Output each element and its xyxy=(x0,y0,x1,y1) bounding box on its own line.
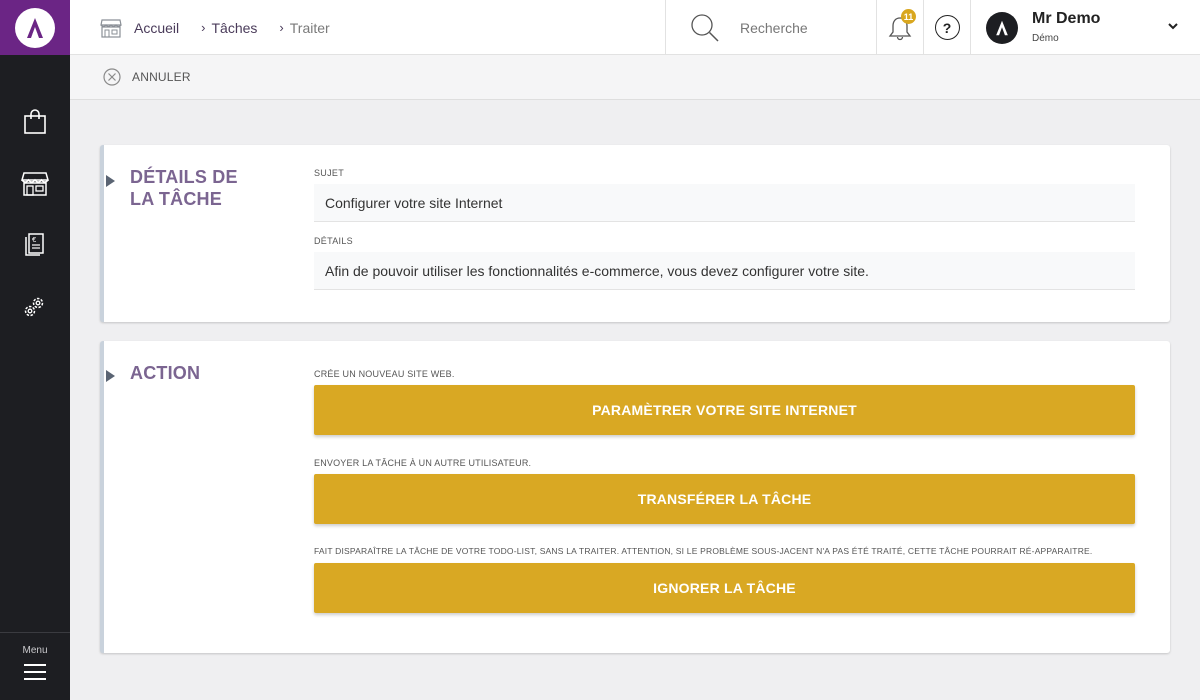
task-details-panel: DÉTAILS DE LA TÂCHE SUJET Configurer vot… xyxy=(100,145,1170,322)
breadcrumb-current: Traiter xyxy=(289,19,330,36)
menu-toggle[interactable]: Menu xyxy=(0,632,70,700)
sidebar-item-settings[interactable] xyxy=(20,292,50,322)
action-panel: ACTION CRÉE UN NOUVEAU SITE WEB. PARAMÈT… xyxy=(100,341,1170,653)
caret-right-icon[interactable] xyxy=(106,370,115,382)
sidebar-item-invoices[interactable]: € xyxy=(20,229,50,259)
store-icon xyxy=(100,18,122,38)
logo-a-icon xyxy=(996,20,1008,36)
notification-badge: 11 xyxy=(901,9,916,24)
action-description: ENVOYER LA TÂCHE À UN AUTRE UTILISATEUR. xyxy=(314,458,532,468)
action-title: ACTION xyxy=(130,363,201,383)
cancel-label: ANNULER xyxy=(132,70,191,84)
task-details-title-line1: DÉTAILS DE xyxy=(130,167,238,187)
avatar xyxy=(986,12,1018,44)
notifications-button[interactable]: 11 xyxy=(876,0,923,55)
task-details-title-line2: LA TÂCHE xyxy=(130,189,222,209)
breadcrumb-home[interactable]: Accueil xyxy=(134,20,179,36)
svg-text:€: € xyxy=(32,236,36,244)
task-details-title: DÉTAILS DE LA TÂCHE xyxy=(130,166,238,210)
search-icon[interactable] xyxy=(690,13,720,43)
breadcrumb-tasks[interactable]: Tâches xyxy=(211,20,257,36)
app-logo[interactable] xyxy=(15,7,55,48)
cancel-button[interactable]: ANNULER xyxy=(103,68,191,86)
close-circle-icon xyxy=(103,68,121,86)
invoice-icon: € xyxy=(25,233,44,256)
ignore-task-button[interactable]: IGNORER LA TÂCHE xyxy=(314,563,1135,613)
configure-site-button[interactable]: PARAMÈTRER VOTRE SITE INTERNET xyxy=(314,385,1135,435)
action-bar: ANNULER xyxy=(70,55,1200,100)
logo-a-icon xyxy=(27,17,43,38)
sidebar-item-store[interactable] xyxy=(20,168,50,198)
transfer-task-button[interactable]: TRANSFÉRER LA TÂCHE xyxy=(314,474,1135,524)
user-menu[interactable]: Mr Demo Démo xyxy=(970,0,1200,55)
hamburger-icon xyxy=(24,664,46,680)
action-description: FAIT DISPARAÎTRE LA TÂCHE DE VOTRE TODO-… xyxy=(314,546,1093,556)
shopping-bag-icon xyxy=(24,109,46,134)
settings-gears-icon xyxy=(24,297,44,317)
subject-label: SUJET xyxy=(314,168,345,178)
help-button[interactable]: ? xyxy=(923,0,970,55)
topbar: Accueil › Tâches › Traiter 11 ? Mr Demo … xyxy=(70,0,1200,55)
logo-box[interactable] xyxy=(0,0,70,55)
search-box[interactable] xyxy=(665,0,876,55)
user-name: Mr Demo xyxy=(1032,10,1101,27)
action-description: CRÉE UN NOUVEAU SITE WEB. xyxy=(314,369,455,379)
chevron-down-icon[interactable] xyxy=(1167,22,1179,30)
user-role: Démo xyxy=(1032,33,1059,44)
chevron-right-icon: › xyxy=(201,20,206,35)
help-icon: ? xyxy=(934,15,960,40)
subject-field: Configurer votre site Internet xyxy=(314,184,1135,222)
store-icon xyxy=(21,172,49,196)
menu-label: Menu xyxy=(22,645,48,656)
search-input[interactable] xyxy=(740,19,850,36)
details-field: Afin de pouvoir utiliser les fonctionnal… xyxy=(314,252,1135,290)
details-label: DÉTAILS xyxy=(314,236,353,246)
chevron-right-icon: › xyxy=(279,20,284,35)
caret-right-icon[interactable] xyxy=(106,175,115,187)
sidebar: € Menu xyxy=(0,0,70,700)
breadcrumb: Accueil › Tâches › Traiter xyxy=(100,0,330,55)
sidebar-item-orders[interactable] xyxy=(20,107,50,137)
